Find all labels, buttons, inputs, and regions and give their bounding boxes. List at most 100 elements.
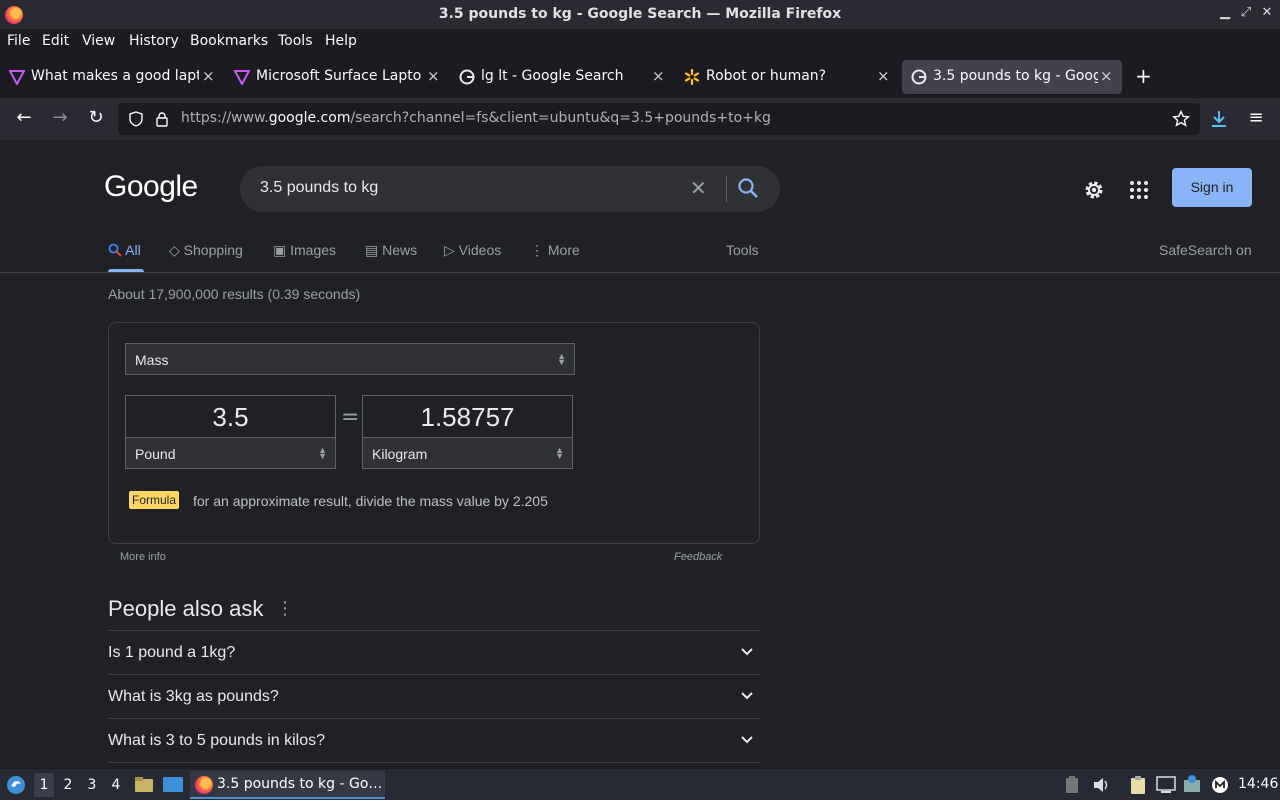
firefox-icon [195,776,213,794]
tab-close-icon[interactable]: × [877,67,890,85]
tab-close-icon[interactable]: × [427,67,440,85]
taskbar: 1 2 3 4 3.5 pounds to kg - Go… 14:46 [0,768,1280,800]
tab-1[interactable]: What makes a good lapto × [0,60,220,94]
url-text[interactable]: https://www.google.com/search?channel=fs… [181,110,771,126]
select-arrows-icon: ▲ ▼ [318,445,327,461]
desktop-icon[interactable] [162,775,184,795]
safesearch-button[interactable]: SafeSearch on [1159,242,1252,258]
taskbar-firefox-task[interactable]: 3.5 pounds to kg - Go… [190,771,385,799]
workspace-3[interactable]: 3 [82,777,102,793]
search-divider [726,176,727,202]
file-manager-icon[interactable] [134,775,154,795]
back-icon[interactable]: ← [12,107,36,128]
tools-button[interactable]: Tools [726,242,759,258]
from-value-input[interactable]: 3.5 [125,395,336,439]
tab-label: 3.5 pounds to kg - Google [933,68,1098,84]
menu-history[interactable]: History [129,33,179,49]
search-input[interactable]: 3.5 pounds to kg [260,179,378,197]
google-g-icon [911,69,927,85]
lock-icon[interactable] [154,111,170,127]
tab-shopping[interactable]: ◇ Shopping [169,242,243,259]
to-unit-select[interactable]: Kilogram ▲ ▼ [362,437,573,469]
downloads-icon[interactable] [1210,109,1228,129]
tab-label: What makes a good lapto [31,68,199,84]
shield-icon[interactable] [128,111,144,127]
active-tab-indicator [108,269,144,272]
formula-text: for an approximate result, divide the ma… [193,493,548,509]
reload-icon[interactable]: ↻ [84,107,108,128]
tab-3[interactable]: lg lt - Google Search × [450,60,670,94]
from-unit-value: Pound [135,446,176,462]
search-box[interactable]: 3.5 pounds to kg ✕ [240,166,780,212]
chevron-down-icon [741,648,753,656]
more-info-link[interactable]: More info [120,551,166,563]
workspace-2[interactable]: 2 [58,777,78,793]
tab-2[interactable]: Microsoft Surface Laptop × [225,60,445,94]
image-icon: ▣ [273,242,287,258]
window-titlebar: 3.5 pounds to kg - Google Search — Mozil… [0,0,1280,30]
settings-gear-icon[interactable] [1083,179,1105,201]
mail-client-icon[interactable] [1211,776,1229,794]
equals-sign: = [341,405,360,430]
menu-bar: File Edit View History Bookmarks Tools H… [0,30,1280,56]
minimize-icon[interactable]: ▁ [1216,5,1234,20]
paa-question[interactable]: What is 3kg as pounds? [108,674,760,718]
menu-help[interactable]: Help [325,33,357,49]
question-text: What is 3kg as pounds? [108,688,279,705]
category-select[interactable]: Mass ▲ ▼ [125,343,575,375]
tab-videos[interactable]: ▷ Videos [444,242,501,259]
tab-more[interactable]: ⋮ More [530,242,580,259]
url-bar[interactable]: https://www.google.com/search?channel=fs… [118,103,1200,135]
task-label: 3.5 pounds to kg - Go… [217,776,383,792]
paa-question[interactable]: What is 3 to 5 pounds in kilos? [108,718,760,762]
tab-all[interactable]: All [108,242,141,258]
workspace-4[interactable]: 4 [106,777,126,793]
tab-images[interactable]: ▣ Images [273,242,336,259]
menu-file[interactable]: File [7,33,30,49]
clock: 14:46 [1238,776,1279,792]
tab-close-icon[interactable]: × [1100,67,1113,85]
network-icon[interactable] [1156,776,1176,794]
forward-icon[interactable]: → [48,107,72,128]
google-logo[interactable]: Google [104,170,198,204]
chevron-down-icon [741,692,753,700]
unit-converter-card: Mass ▲ ▼ 3.5 Pound ▲ ▼ = 1.58757 Kilogram … [108,322,760,544]
updates-icon[interactable] [1182,774,1202,794]
to-value-input[interactable]: 1.58757 [362,395,573,439]
bookmark-star-icon[interactable] [1172,110,1190,128]
from-unit-select[interactable]: Pound ▲ ▼ [125,437,336,469]
clear-search-icon[interactable]: ✕ [690,176,707,200]
question-text: What is 3 to 5 pounds in kilos? [108,732,326,749]
restore-icon[interactable]: ⤢ [1237,5,1255,20]
more-options-icon[interactable]: ⋮ [276,598,294,619]
clipboard-icon[interactable] [1128,775,1148,795]
workspace-1[interactable]: 1 [34,773,54,797]
navigation-toolbar: ← → ↻ https://www.google.com/search?chan… [0,98,1280,140]
tab-news[interactable]: ▤ News [365,242,417,259]
menu-view[interactable]: View [82,33,115,49]
battery-icon[interactable] [1064,776,1080,794]
search-icon[interactable] [737,177,759,199]
tab-close-icon[interactable]: × [202,67,215,85]
tab-close-icon[interactable]: × [652,67,665,85]
volume-icon[interactable] [1092,776,1110,794]
sign-in-button[interactable]: Sign in [1172,168,1252,207]
paa-question[interactable]: Is 1 pound a 1kg? [108,630,760,674]
tab-4[interactable]: Robot or human? × [675,60,895,94]
menu-bookmarks[interactable]: Bookmarks [190,33,268,49]
window-title: 3.5 pounds to kg - Google Search — Mozil… [438,6,842,22]
to-unit-value: Kilogram [372,446,428,462]
new-tab-button[interactable]: + [1135,64,1152,88]
v-logo-icon [9,70,25,85]
close-window-icon[interactable]: ✕ [1258,5,1276,20]
video-icon: ▷ [444,242,455,258]
tab-5-active[interactable]: 3.5 pounds to kg - Google × [902,60,1122,94]
menu-edit[interactable]: Edit [42,33,69,49]
menu-tools[interactable]: Tools [278,33,313,49]
feedback-link[interactable]: Feedback [674,551,722,563]
walmart-spark-icon [684,69,700,85]
apps-grid-icon[interactable] [1130,181,1148,199]
hamburger-menu-icon[interactable]: ≡ [1244,107,1268,128]
start-menu-icon[interactable] [6,775,26,795]
formula-badge: Formula [129,491,180,509]
